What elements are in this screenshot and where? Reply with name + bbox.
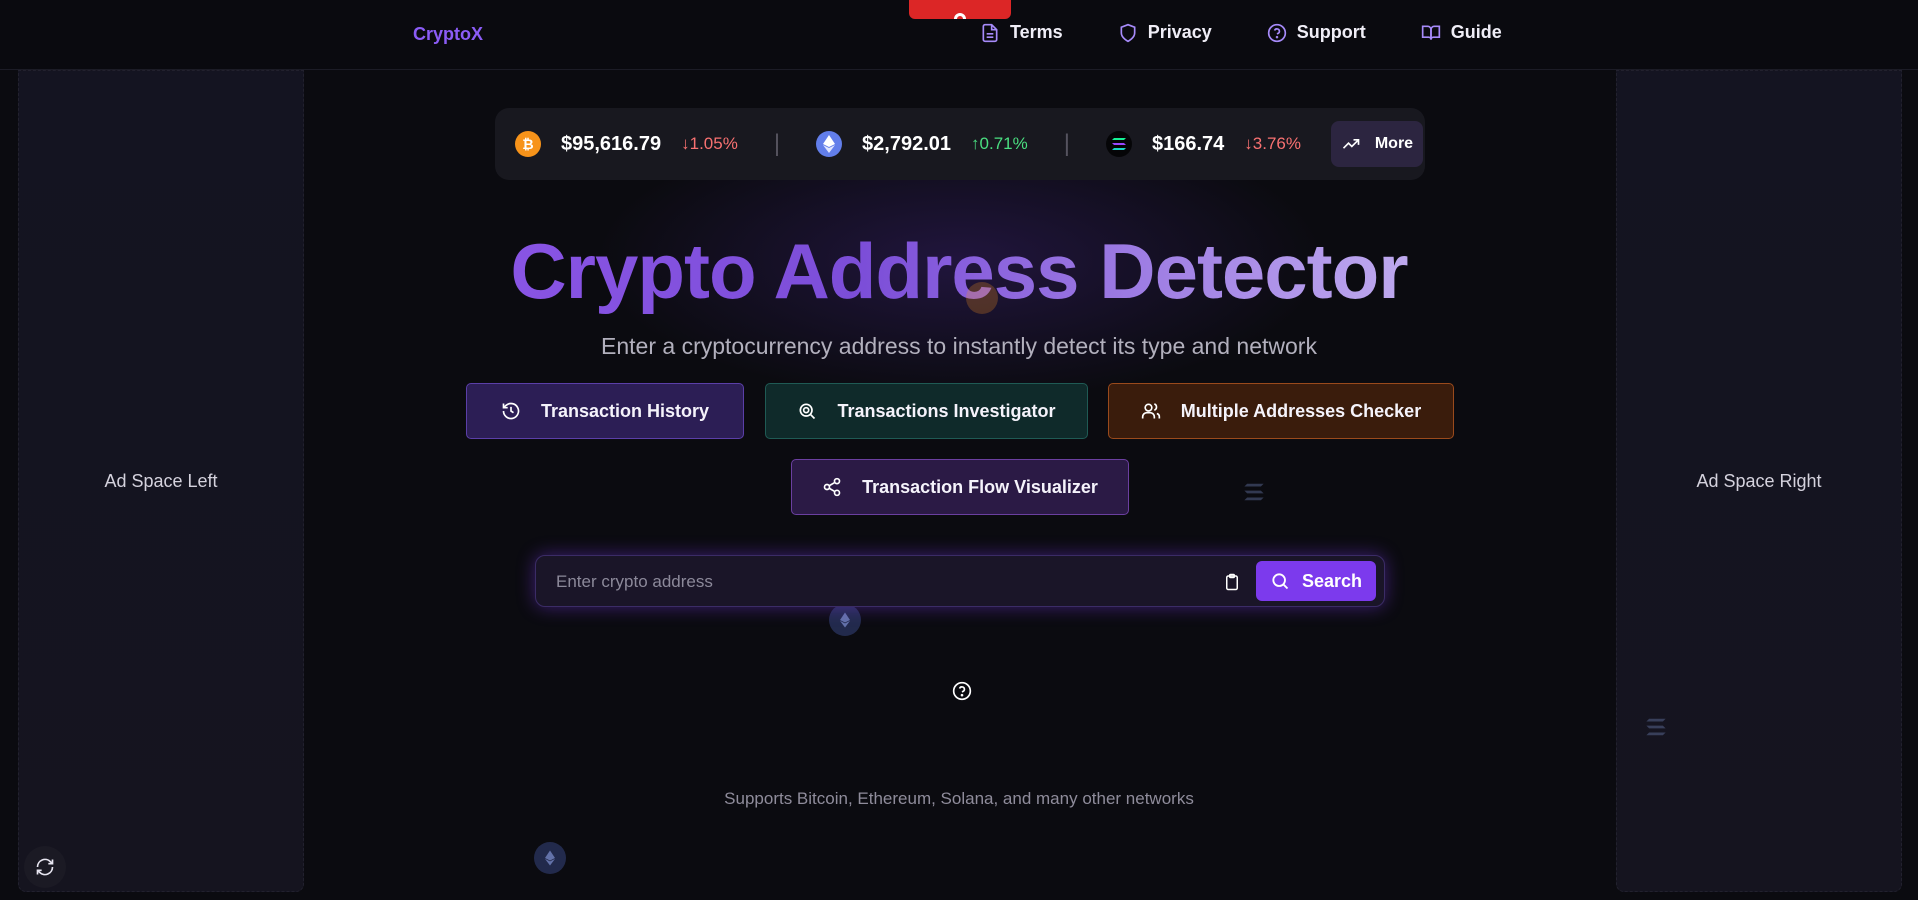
transaction-history-button[interactable]: Transaction History xyxy=(466,383,744,439)
nav-link-label: Support xyxy=(1296,22,1366,42)
ad-space-right[interactable]: Ad Space Right xyxy=(1616,70,1902,892)
users-icon xyxy=(1141,403,1160,419)
coin-price: $95,616.79 xyxy=(561,132,662,155)
book-open-icon xyxy=(1421,25,1440,40)
search-button[interactable]: Search xyxy=(1256,561,1376,601)
button-label: Transaction Flow Visualizer xyxy=(862,476,1098,497)
ticker-item-solana[interactable]: $166.74 ↓3.76% xyxy=(1105,131,1301,157)
ethereum-icon xyxy=(829,604,861,636)
nav-links: Terms Privacy Support Guide xyxy=(980,22,1557,43)
nav-link-label: Guide xyxy=(1450,22,1502,42)
refresh-button[interactable] xyxy=(24,846,66,888)
ethereum-icon xyxy=(816,131,843,157)
more-label: More xyxy=(1374,135,1414,152)
search-bar: Search xyxy=(535,555,1385,607)
trending-up-icon xyxy=(1342,139,1360,149)
page: CryptoX Terms Privacy Support Guide Ad S… xyxy=(0,0,1918,900)
coin-change: ↑0.71% xyxy=(971,134,1028,153)
nav-link-label: Terms xyxy=(1010,22,1063,42)
question-circle-icon xyxy=(1267,23,1286,42)
nav-link-privacy[interactable]: Privacy xyxy=(1118,22,1212,43)
arch-icon xyxy=(954,13,966,19)
button-label: Transaction History xyxy=(540,400,710,421)
coin-change: ↓1.05% xyxy=(681,134,738,153)
ad-label: Ad Space Right xyxy=(1696,470,1822,491)
nav-link-label: Privacy xyxy=(1147,22,1212,42)
bitcoin-icon xyxy=(966,282,998,314)
bitcoin-icon: ₿ xyxy=(515,131,541,157)
more-coins-button[interactable]: More xyxy=(1330,121,1423,167)
search-button-label: Search xyxy=(1301,570,1363,591)
page-subtitle: Enter a cryptocurrency address to instan… xyxy=(601,333,1317,359)
coin-change: ↓3.76% xyxy=(1244,134,1301,153)
solana-icon xyxy=(1640,711,1672,743)
refresh-icon xyxy=(36,858,54,876)
ad-label: Ad Space Left xyxy=(104,470,218,491)
transaction-flow-visualizer-button[interactable]: Transaction Flow Visualizer xyxy=(791,459,1129,515)
supported-networks-text: Supports Bitcoin, Ethereum, Solana, and … xyxy=(724,789,1194,808)
multiple-addresses-checker-button[interactable]: Multiple Addresses Checker xyxy=(1108,383,1454,439)
share-nodes-icon xyxy=(823,477,841,497)
ticker-item-ethereum[interactable]: $2,792.01 ↑0.71% xyxy=(816,131,1028,157)
help-icon[interactable] xyxy=(952,681,972,701)
clipboard-icon xyxy=(1226,573,1238,591)
transactions-investigator-button[interactable]: Transactions Investigator xyxy=(765,383,1088,439)
top-nav: CryptoX Terms Privacy Support Guide xyxy=(0,0,1918,70)
coin-price: $2,792.01 xyxy=(862,132,952,155)
ticker-item-bitcoin[interactable]: ₿ $95,616.79 ↓1.05% xyxy=(515,131,738,157)
button-label: Multiple Addresses Checker xyxy=(1180,400,1422,421)
ethereum-icon xyxy=(534,842,566,874)
ticker-divider: | xyxy=(773,130,781,157)
solana-icon xyxy=(1238,476,1270,508)
brand-logo[interactable]: CryptoX xyxy=(413,24,483,45)
search-zoom-icon xyxy=(799,403,816,420)
history-icon xyxy=(502,402,520,420)
solana-icon xyxy=(1105,131,1132,157)
nav-link-terms[interactable]: Terms xyxy=(980,22,1063,43)
paste-clipboard-button[interactable] xyxy=(1220,570,1244,594)
notification-tab[interactable] xyxy=(909,0,1011,19)
shield-icon xyxy=(1120,23,1136,42)
price-ticker: ₿ $95,616.79 ↓1.05% | $2,792.01 ↑0.71% |… xyxy=(495,108,1425,180)
ticker-divider: | xyxy=(1063,130,1070,157)
button-label: Transactions Investigator xyxy=(837,400,1056,421)
page-title: Crypto Address Detector xyxy=(0,226,1918,317)
ad-space-left[interactable]: Ad Space Left xyxy=(18,70,304,892)
nav-link-guide[interactable]: Guide xyxy=(1421,22,1502,43)
document-icon xyxy=(982,23,998,42)
coin-price: $166.74 xyxy=(1151,132,1225,155)
crypto-address-input[interactable] xyxy=(556,566,1196,598)
nav-link-support[interactable]: Support xyxy=(1267,22,1366,43)
search-icon xyxy=(1272,573,1289,590)
